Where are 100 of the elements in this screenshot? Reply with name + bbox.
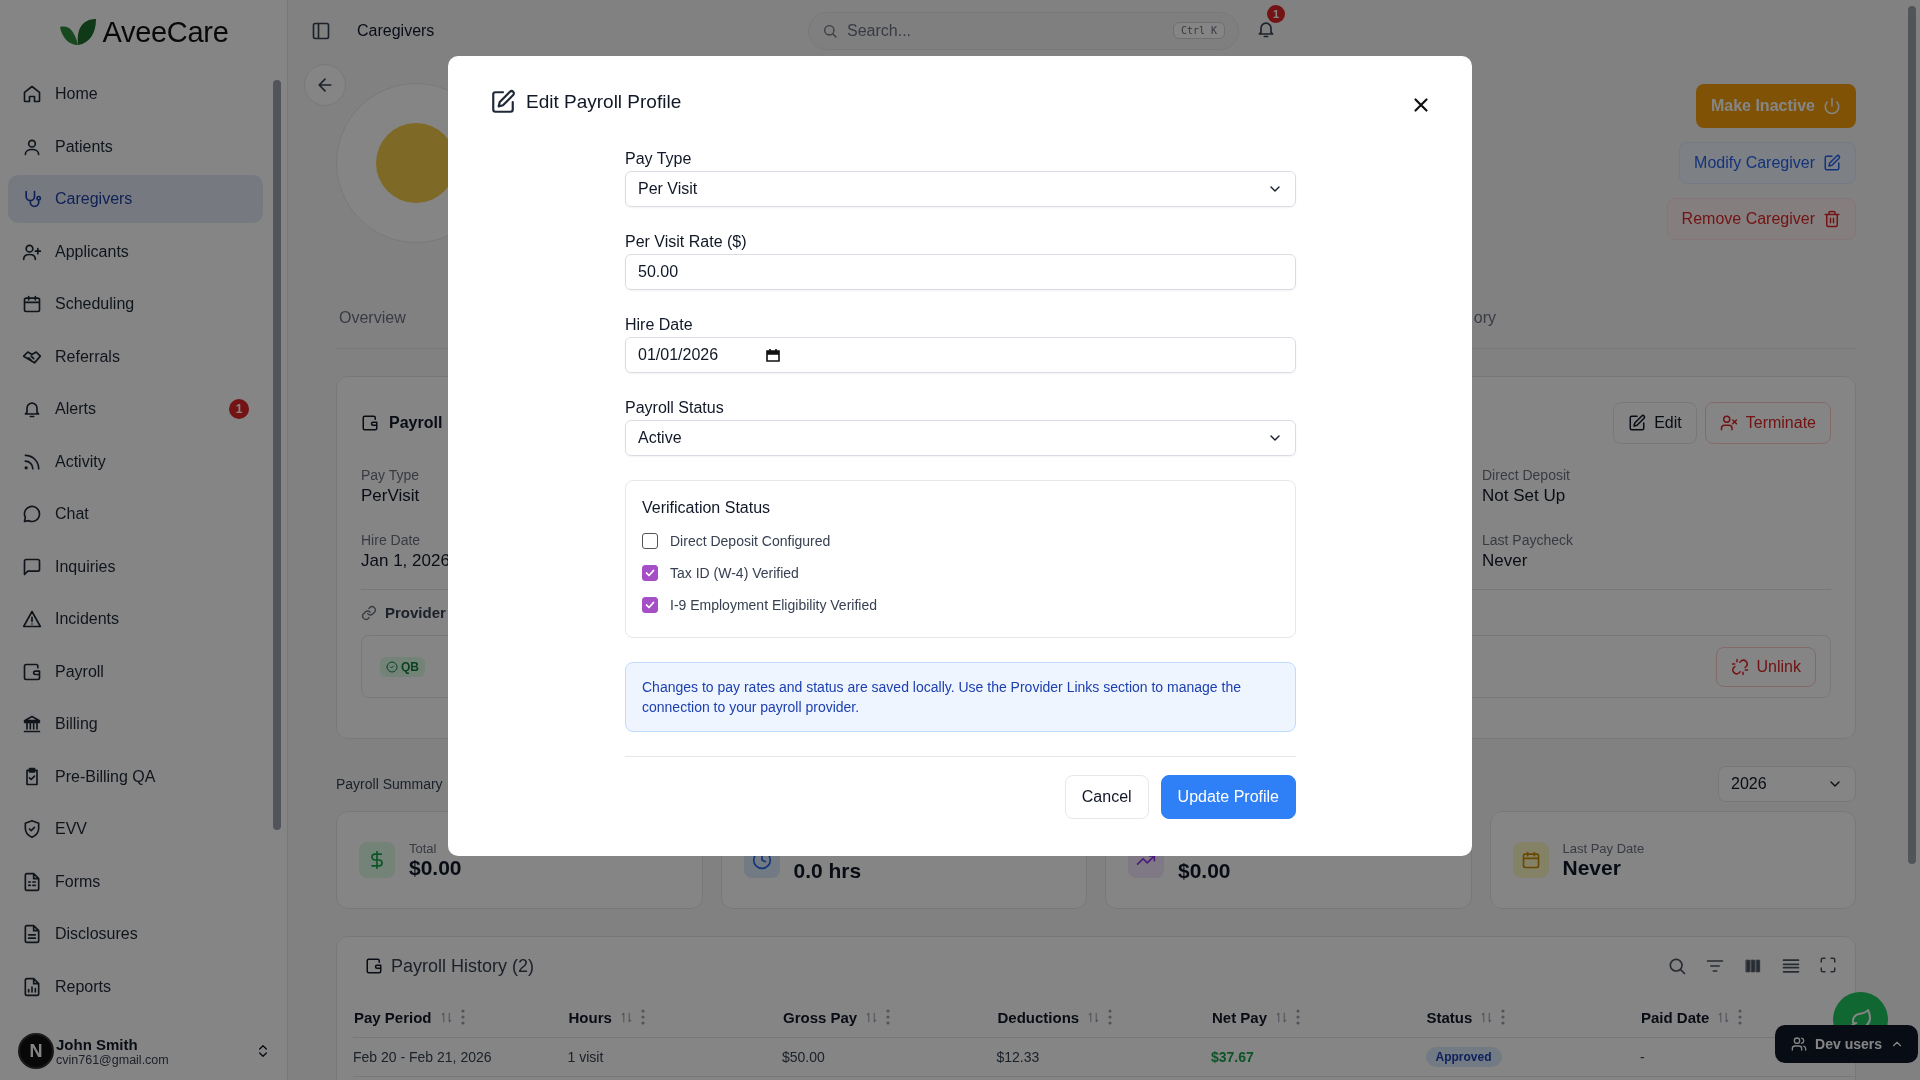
field-label: Pay Type <box>625 150 693 168</box>
users-icon <box>1791 1036 1808 1052</box>
cancel-button[interactable]: Cancel <box>1064 775 1149 819</box>
nav-item[interactable]: Billing <box>8 700 263 748</box>
nav-item[interactable]: Alerts 1 <box>8 385 263 433</box>
unlink-button[interactable]: Unlink <box>1715 646 1816 687</box>
sort-icon <box>1717 1010 1731 1024</box>
nav-item[interactable]: Reports <box>8 962 263 1011</box>
year-select[interactable]: 2026 <box>1718 766 1856 802</box>
scrollbar[interactable] <box>273 80 281 830</box>
fullscreen-icon <box>1819 956 1837 974</box>
back-button[interactable] <box>304 64 346 106</box>
user-name: John Smith <box>56 1035 139 1053</box>
nav-item[interactable]: EVV <box>8 805 263 853</box>
power-icon <box>1823 97 1841 115</box>
dev-users-button[interactable]: Dev users <box>1775 1025 1918 1063</box>
nav-item[interactable]: Caregivers <box>8 175 263 223</box>
update-button[interactable]: Update Profile <box>1160 775 1296 819</box>
nav-item[interactable]: Chat <box>8 490 263 538</box>
nav-item[interactable]: Referrals <box>8 332 263 381</box>
action-button[interactable]: Remove Caregiver <box>1666 198 1856 240</box>
nav-item[interactable]: Disclosures <box>8 910 263 958</box>
section-title: Provider <box>385 604 446 621</box>
column-header[interactable]: Hours <box>568 1008 612 1026</box>
select-field[interactable]: Per Visit <box>625 171 1296 207</box>
card-title: Payroll History (2) <box>391 955 535 977</box>
wallet-icon <box>22 661 42 682</box>
nav-item[interactable]: Scheduling <box>8 280 263 328</box>
input-field[interactable]: 50.00 <box>625 254 1296 290</box>
select-field[interactable]: Active <box>625 420 1296 456</box>
stat-label: Last Pay Date <box>1562 840 1645 856</box>
field-value: PerVisit <box>361 486 421 506</box>
status-badge: Approved <box>1425 1047 1502 1067</box>
checkbox-label: Tax ID (W-4) Verified <box>670 565 799 581</box>
checkbox-label: Direct Deposit Configured <box>670 533 831 549</box>
link-icon <box>361 604 377 621</box>
table-cell: $50.00 <box>782 1049 825 1065</box>
nav-item[interactable]: Patients <box>8 122 263 171</box>
nav-item[interactable]: Inquiries <box>8 542 263 591</box>
bell-icon <box>22 399 42 419</box>
calendar-icon <box>1520 850 1541 870</box>
sort-icon <box>1087 1010 1101 1024</box>
warning-icon <box>22 609 42 629</box>
broken-link-icon <box>1730 657 1749 676</box>
wallet-icon <box>365 957 383 975</box>
date-field[interactable]: 01/01/2026 <box>625 337 1296 373</box>
field-label: Direct Deposit <box>1482 467 1571 483</box>
field-label: Hire Date <box>625 316 694 334</box>
stat-value: 0.0 hrs <box>793 859 862 883</box>
sidebar-toggle-icon <box>311 21 331 41</box>
calendar-icon <box>766 348 781 362</box>
column-header[interactable]: Gross Pay <box>783 1008 858 1026</box>
nav-item[interactable]: Incidents <box>8 595 263 643</box>
notification-badge: 1 <box>1267 5 1285 23</box>
column-header[interactable]: Deductions <box>997 1008 1080 1026</box>
section-title: Payroll Summary <box>336 776 443 792</box>
check-icon <box>644 567 656 579</box>
check-icon <box>644 599 656 611</box>
edit-icon <box>1823 154 1841 172</box>
field-label: Hire Date <box>361 532 422 548</box>
nav-item[interactable]: Pre-Billing QA <box>8 752 263 801</box>
column-menu-icon <box>640 1009 645 1025</box>
scrollbar[interactable] <box>1908 6 1916 864</box>
field-label: Per Visit Rate ($) <box>625 233 748 251</box>
action-button[interactable]: Edit <box>1613 402 1697 444</box>
checkbox[interactable] <box>642 533 658 549</box>
person-remove-icon <box>1719 414 1738 432</box>
sort-icon <box>865 1010 879 1024</box>
column-menu-icon <box>1738 1009 1743 1025</box>
search-icon <box>1667 956 1687 976</box>
tab[interactable]: Overview <box>339 301 406 337</box>
wallet-icon <box>361 414 379 432</box>
report-icon <box>22 976 42 997</box>
count-badge: 1 <box>229 399 249 419</box>
column-menu-icon <box>1501 1009 1506 1025</box>
column-header[interactable]: Pay Period <box>354 1008 432 1026</box>
nav-item[interactable]: Home <box>8 70 263 118</box>
column-header[interactable]: Status <box>1426 1008 1473 1026</box>
table-cell: - <box>1640 1049 1645 1065</box>
dialog-title: Edit Payroll Profile <box>526 91 682 113</box>
column-header[interactable]: Net Pay <box>1212 1008 1268 1026</box>
checkbox[interactable] <box>642 597 658 613</box>
nav-item[interactable]: Forms <box>8 857 263 906</box>
action-button[interactable]: Terminate <box>1704 402 1831 444</box>
nav-item[interactable]: Activity <box>8 437 263 486</box>
density-icon <box>1781 956 1801 976</box>
shield-check-icon <box>22 819 42 839</box>
form-icon <box>22 871 42 892</box>
user-email: cvin761@gmail.com <box>56 1052 170 1067</box>
nav-item[interactable]: Applicants <box>8 227 263 276</box>
action-button[interactable]: Modify Caregiver <box>1679 142 1856 184</box>
checkbox[interactable] <box>642 565 658 581</box>
stat-value: $0.00 <box>1178 859 1231 883</box>
field-label: Pay Type <box>361 467 421 483</box>
tab[interactable]: ory <box>1473 301 1496 337</box>
info-note: Changes to pay rates and status are saved locally. Use the Provider Links section to manage the connection to your payroll provider. <box>625 662 1296 732</box>
nav-item[interactable]: Payroll <box>8 647 263 696</box>
app-logo-text: AveeCare <box>102 15 229 49</box>
column-header[interactable]: Paid Date <box>1641 1008 1710 1026</box>
table-cell: Feb 20 - Feb 21, 2026 <box>353 1049 492 1065</box>
